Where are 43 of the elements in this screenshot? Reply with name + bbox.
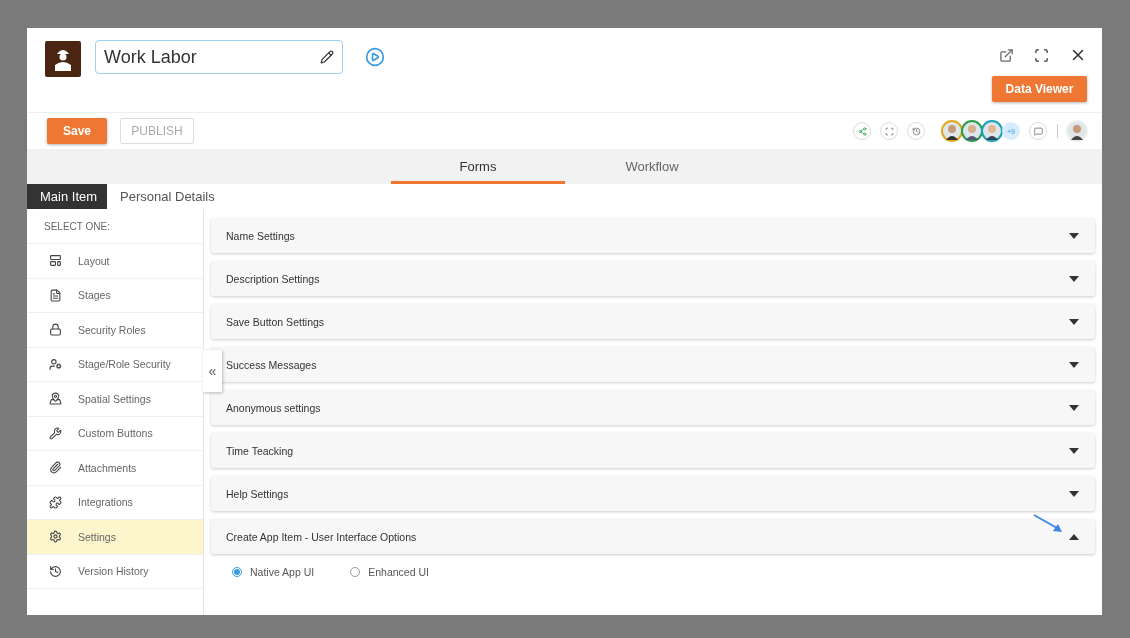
worker-logo-icon: [45, 41, 81, 77]
paperclip-icon: [49, 461, 62, 475]
puzzle-icon: [49, 495, 62, 509]
radio-option[interactable]: Native App UI: [232, 566, 315, 578]
settings-section-header[interactable]: Time Teacking: [211, 433, 1095, 468]
tab[interactable]: Workflow: [565, 149, 739, 184]
settings-section-header[interactable]: Name Settings: [211, 218, 1095, 253]
layout-icon: [49, 254, 62, 268]
caret-icon: [1069, 533, 1079, 540]
avatar[interactable]: [981, 120, 1003, 142]
avatar[interactable]: [941, 120, 963, 142]
radio-option[interactable]: Enhanced UI: [350, 566, 429, 578]
wrench-icon: [49, 426, 62, 440]
lock-icon: [49, 323, 62, 337]
play-icon[interactable]: [365, 47, 385, 67]
avatar[interactable]: [961, 120, 983, 142]
settings-section-header[interactable]: Create App Item - User Interface Options: [211, 519, 1095, 554]
fullscreen-icon[interactable]: [1034, 47, 1049, 63]
settings-section-header[interactable]: Save Button Settings: [211, 304, 1095, 339]
sub-tab[interactable]: Main Item: [27, 184, 108, 209]
collapse-sidebar-button[interactable]: «: [203, 350, 222, 392]
document-icon: [49, 288, 62, 302]
settings-section-header[interactable]: Anonymous settings: [211, 390, 1095, 425]
sidebar-heading: SELECT ONE:: [44, 220, 110, 232]
caret-icon: [1069, 447, 1079, 454]
caret-icon: [1069, 404, 1079, 411]
open-external-icon[interactable]: [999, 47, 1014, 63]
settings-section-header[interactable]: Description Settings: [211, 261, 1095, 296]
caret-icon: [1069, 318, 1079, 325]
title-text: Work Labor: [104, 46, 197, 68]
edit-icon[interactable]: [320, 50, 334, 64]
caret-icon: [1069, 275, 1079, 282]
history-icon: [49, 564, 62, 578]
sidebar-item[interactable]: Settings: [27, 520, 203, 555]
tab[interactable]: Forms: [391, 149, 565, 184]
map-icon: [49, 392, 62, 406]
caret-icon: [1069, 232, 1079, 239]
annotation-arrow: [1033, 514, 1063, 534]
caret-icon: [1069, 361, 1079, 368]
title-field[interactable]: Work Labor: [95, 40, 343, 74]
radio-button[interactable]: [232, 567, 242, 577]
settings-section-header[interactable]: Help Settings: [211, 476, 1095, 511]
caret-icon: [1069, 490, 1079, 497]
